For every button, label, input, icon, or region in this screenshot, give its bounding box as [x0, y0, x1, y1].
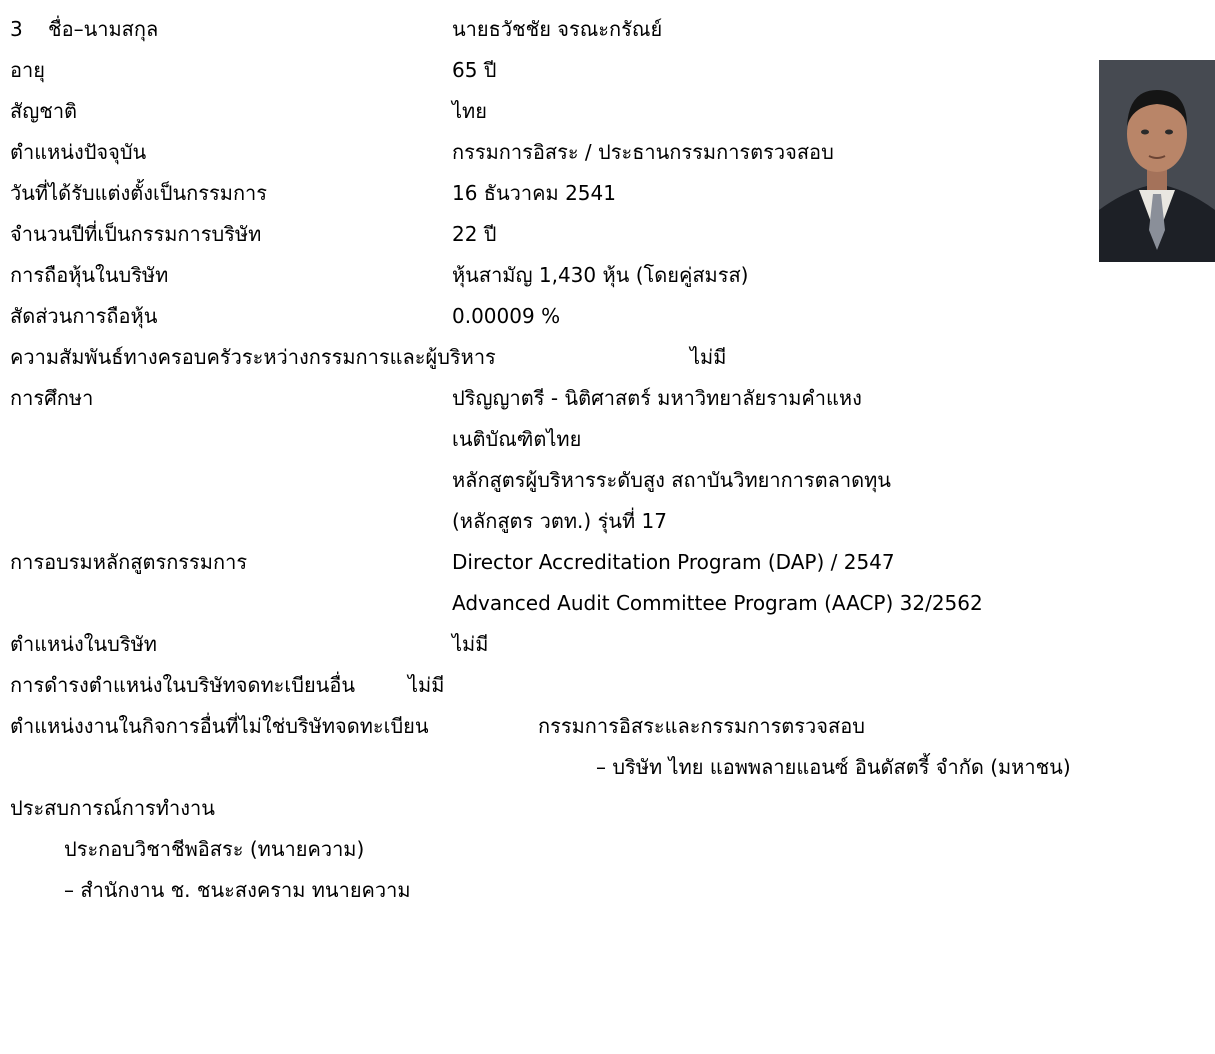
- training-line: Director Accreditation Program (DAP) / 2…: [452, 550, 895, 574]
- company-position-value: ไม่มี: [452, 632, 489, 656]
- shares-value: หุ้นสามัญ 1,430 หุ้น (โดยคู่สมรส): [452, 263, 749, 287]
- education-label: การศึกษา: [10, 386, 94, 410]
- experience-label: ประสบการณ์การทำงาน: [10, 796, 215, 820]
- training-line: Advanced Audit Committee Program (AACP) …: [452, 591, 983, 615]
- name-label: ชื่อ–นามสกุล: [48, 17, 159, 41]
- years-label: จำนวนปีที่เป็นกรรมการบริษัท: [10, 222, 262, 246]
- nonlisted-label: ตำแหน่งงานในกิจการอื่นที่ไม่ใช่บริษัทจดท…: [10, 714, 429, 738]
- education-line: หลักสูตรผู้บริหารระดับสูง สถาบันวิทยาการ…: [452, 468, 891, 492]
- director-photo: [1099, 60, 1215, 262]
- name-value: นายธวัชชัย จรณะกรัณย์: [452, 17, 663, 41]
- appointed-value: 16 ธันวาคม 2541: [452, 181, 616, 205]
- education-line: เนติบัณฑิตไทย: [452, 427, 582, 451]
- nationality-label: สัญชาติ: [10, 99, 78, 123]
- shares-label: การถือหุ้นในบริษัท: [10, 263, 169, 287]
- position-value: กรรมการอิสระ / ประธานกรรมการตรวจสอบ: [452, 140, 834, 164]
- nonlisted-value: กรรมการอิสระและกรรมการตรวจสอบ: [538, 714, 865, 738]
- listed-label: การดำรงตำแหน่งในบริษัทจดทะเบียนอื่น: [10, 673, 356, 697]
- position-label: ตำแหน่งปัจจุบัน: [10, 140, 147, 164]
- education-line: (หลักสูตร วตท.) รุ่นที่ 17: [452, 509, 667, 533]
- listed-value: ไม่มี: [408, 673, 445, 697]
- profile-number: 3: [10, 17, 23, 41]
- age-label: อายุ: [10, 58, 45, 82]
- family-label: ความสัมพันธ์ทางครอบครัวระหว่างกรรมการและ…: [10, 345, 496, 369]
- training-label: การอบรมหลักสูตรกรรมการ: [10, 550, 248, 574]
- family-value: ไม่มี: [690, 345, 727, 369]
- nonlisted-company: – บริษัท ไทย แอพพลายแอนซ์ อินดัสตรี้ จำก…: [596, 755, 1071, 779]
- ratio-value: 0.00009 %: [452, 304, 561, 328]
- experience-line: ประกอบวิชาชีพอิสระ (ทนายความ): [64, 837, 365, 861]
- years-value: 22 ปี: [452, 222, 497, 246]
- company-position-label: ตำแหน่งในบริษัท: [10, 632, 157, 656]
- age-value: 65 ปี: [452, 58, 497, 82]
- portrait-image: [1099, 60, 1215, 262]
- ratio-label: สัดส่วนการถือหุ้น: [10, 304, 158, 328]
- education-line: ปริญญาตรี - นิติศาสตร์ มหาวิทยาลัยรามคำแ…: [452, 386, 862, 410]
- nationality-value: ไทย: [452, 99, 487, 123]
- experience-line: – สำนักงาน ช. ชนะสงคราม ทนายความ: [64, 878, 411, 902]
- appointed-label: วันที่ได้รับแต่งตั้งเป็นกรรมการ: [10, 181, 268, 205]
